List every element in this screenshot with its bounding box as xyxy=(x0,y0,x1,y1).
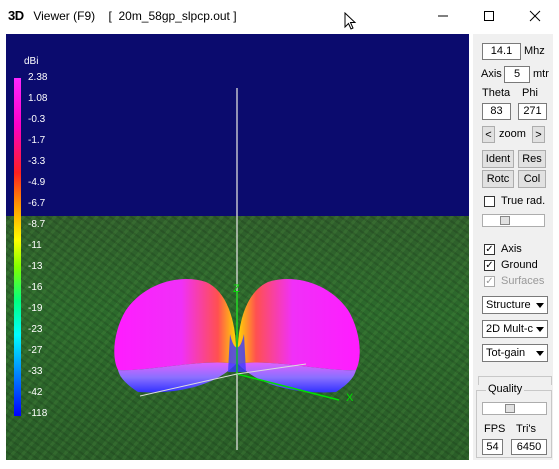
maximize-icon xyxy=(484,11,494,21)
surfaces-check-label: Surfaces xyxy=(501,275,545,287)
zoom-label: zoom xyxy=(499,128,526,140)
true-rad-slider[interactable] xyxy=(482,214,545,227)
z-axis-label: Z xyxy=(233,283,240,295)
ground-check-label: Ground xyxy=(501,259,538,271)
minimize-icon xyxy=(438,15,448,17)
frequency-unit: Mhz xyxy=(524,45,545,57)
close-button[interactable] xyxy=(512,0,558,32)
rotc-button[interactable]: Rotc xyxy=(482,170,514,188)
chevron-down-icon xyxy=(533,345,547,361)
tris-value: 6450 xyxy=(511,439,547,455)
radiation-pattern-plot: X Z xyxy=(114,88,360,450)
phi-label: Phi xyxy=(522,87,538,99)
res-button[interactable]: Res xyxy=(518,150,546,168)
close-icon xyxy=(529,10,541,22)
axis-size-field[interactable]: 5 xyxy=(504,66,530,83)
quality-label: Quality xyxy=(486,383,525,395)
view-select-value: Structure xyxy=(486,299,531,311)
theta-field[interactable]: 83 xyxy=(482,103,511,120)
theta-label: Theta xyxy=(482,87,511,99)
mouse-cursor-icon xyxy=(344,12,357,30)
maximize-button[interactable] xyxy=(466,0,512,32)
surfaces-checkbox[interactable]: ✓ xyxy=(484,276,495,287)
slider-thumb[interactable] xyxy=(500,216,510,225)
fps-label: FPS xyxy=(484,423,506,435)
frequency-field[interactable]: 14.1 xyxy=(482,43,521,60)
gain-select[interactable]: Tot-gain xyxy=(482,344,548,362)
axis-size-unit: mtr xyxy=(533,68,549,80)
right-lobe xyxy=(237,279,360,371)
ident-button[interactable]: Ident xyxy=(482,150,514,168)
axis-size-label: Axis xyxy=(481,68,502,80)
left-lobe xyxy=(114,279,237,371)
mode-select-value: 2D Mult-c xyxy=(486,323,534,335)
col-button[interactable]: Col xyxy=(518,170,546,188)
quality-slider-thumb[interactable] xyxy=(505,404,515,413)
window-title: Viewer (F9) [ 20m_58gp_slpcp.out ] xyxy=(30,9,237,23)
quality-slider[interactable] xyxy=(482,402,547,415)
true-rad-checkbox[interactable] xyxy=(484,196,495,207)
gain-select-value: Tot-gain xyxy=(486,347,526,359)
mode-select[interactable]: 2D Mult-c xyxy=(482,320,548,338)
chevron-down-icon xyxy=(533,321,547,337)
axis-checkbox[interactable]: ✓ xyxy=(484,244,495,255)
zoom-out-button[interactable]: < xyxy=(482,126,495,143)
x-axis-label: X xyxy=(346,392,354,404)
phi-field[interactable]: 271 xyxy=(518,103,547,120)
chevron-down-icon xyxy=(533,297,547,313)
true-rad-label: True rad. xyxy=(501,195,546,207)
tris-label: Tri's xyxy=(516,423,537,435)
zoom-in-button[interactable]: > xyxy=(532,126,545,143)
3d-viewport[interactable]: dBi 2.38 1.08 -0.3 -1.7 -3.3 -4.9 -6.7 -… xyxy=(6,34,469,460)
view-select[interactable]: Structure xyxy=(482,296,548,314)
title-bar: 3D Viewer (F9) [ 20m_58gp_slpcp.out ] xyxy=(0,0,559,32)
minimize-button[interactable] xyxy=(420,0,466,32)
control-panel: 14.1 Mhz Axis 5 mtr Theta Phi 83 271 < z… xyxy=(473,34,553,460)
axis-check-label: Axis xyxy=(501,243,522,255)
ground-checkbox[interactable]: ✓ xyxy=(484,260,495,271)
app-logo-icon: 3D xyxy=(8,8,24,23)
fps-value: 54 xyxy=(482,439,503,455)
